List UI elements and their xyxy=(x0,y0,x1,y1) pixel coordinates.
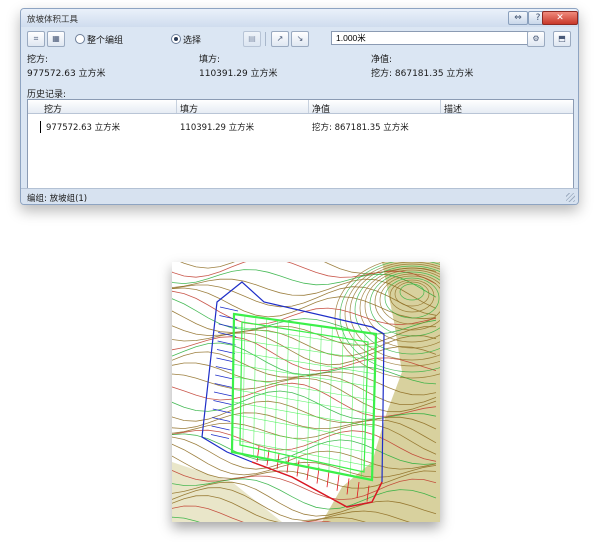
column-header-fill[interactable]: 填方 xyxy=(180,102,198,115)
pin-button[interactable]: ⇔ xyxy=(508,11,528,25)
elevation-step-input[interactable] xyxy=(331,31,539,45)
column-header-description[interactable]: 描述 xyxy=(444,102,462,115)
toolbar-divider xyxy=(265,32,266,46)
cut-label: 挖方: xyxy=(27,55,49,65)
lower-elevation-icon[interactable]: ↘ xyxy=(291,31,309,47)
grading-volume-dialog: 放坡体积工具 ⇔ ? ✕ ⌗ ▦ 整个编组 选择 ▤ ↗ ↘ ⚙ ⬒ 挖方: 填… xyxy=(20,8,579,205)
volume-summary: 挖方: 填方: 净值: 977572.63 立方米 110391.29 立方米 … xyxy=(25,52,574,88)
select-group-icon[interactable]: ⌗ xyxy=(27,31,45,47)
contour-map-canvas xyxy=(172,262,440,522)
slope-hatch xyxy=(213,391,233,397)
text-caret xyxy=(40,121,41,133)
terrain-contour-map xyxy=(172,262,440,522)
history-table[interactable]: 挖方 填方 净值 描述 977572.63 立方米 110391.29 立方米 … xyxy=(27,99,574,189)
fill-label: 填方: xyxy=(199,55,221,65)
slope-hatch xyxy=(326,471,330,488)
resize-grip[interactable] xyxy=(566,193,575,202)
slope-hatch xyxy=(266,449,270,466)
slope-hatch xyxy=(215,374,234,380)
pad-grid-line xyxy=(328,327,333,472)
row-cut: 977572.63 立方米 xyxy=(46,123,121,133)
title-bar[interactable]: 放坡体积工具 ⇔ ? ✕ xyxy=(21,9,578,27)
slope-hatch xyxy=(219,306,239,312)
fill-value: 110391.29 立方米 xyxy=(199,69,278,79)
radio-select-label: 选择 xyxy=(183,36,202,46)
close-button[interactable]: ✕ xyxy=(542,11,578,25)
slope-hatch xyxy=(336,474,340,491)
status-bar: 编组: 放坡组(1) xyxy=(21,188,578,204)
slope-hatch xyxy=(211,425,230,431)
slope-hatch xyxy=(216,349,236,354)
column-divider xyxy=(308,100,309,113)
status-text: 编组: 放坡组(1) xyxy=(27,194,88,204)
window-title: 放坡体积工具 xyxy=(27,15,79,25)
radio-whole-group-label: 整个编组 xyxy=(87,36,124,46)
pad-grid-line xyxy=(242,315,246,455)
pad-grid-line xyxy=(339,329,344,474)
column-header-cut[interactable]: 挖方 xyxy=(44,102,62,115)
history-header: 挖方 填方 净值 描述 xyxy=(28,100,573,115)
radio-select[interactable] xyxy=(171,34,181,44)
pad-grid-line xyxy=(274,320,278,461)
pad-grid-line xyxy=(253,317,257,457)
pad-grid-line xyxy=(350,330,355,476)
slope-hatch xyxy=(210,434,230,439)
column-header-net[interactable]: 净值 xyxy=(312,102,330,115)
slope-hatch xyxy=(213,400,232,405)
net-label: 净值: xyxy=(371,55,393,65)
row-fill: 110391.29 立方米 xyxy=(180,123,255,133)
group-properties-icon[interactable]: ▦ xyxy=(47,31,65,47)
pad-grid-line xyxy=(317,326,322,470)
net-value: 挖方: 867181.35 立方米 xyxy=(371,69,474,79)
slope-hatch xyxy=(212,408,231,414)
cut-value: 977572.63 立方米 xyxy=(27,69,106,79)
row-net: 挖方: 867181.35 立方米 xyxy=(312,123,409,133)
raise-elevation-icon[interactable]: ↗ xyxy=(271,31,289,47)
radio-whole-group[interactable] xyxy=(75,34,85,44)
toolbar: ⌗ ▦ 整个编组 选择 ▤ ↗ ↘ ⚙ ⬒ xyxy=(25,29,574,49)
settings-icon[interactable]: ⚙ xyxy=(527,31,545,47)
pick-object-icon[interactable]: ▤ xyxy=(243,31,261,47)
column-divider xyxy=(440,100,441,113)
export-icon[interactable]: ⬒ xyxy=(553,31,571,47)
column-divider xyxy=(176,100,177,113)
